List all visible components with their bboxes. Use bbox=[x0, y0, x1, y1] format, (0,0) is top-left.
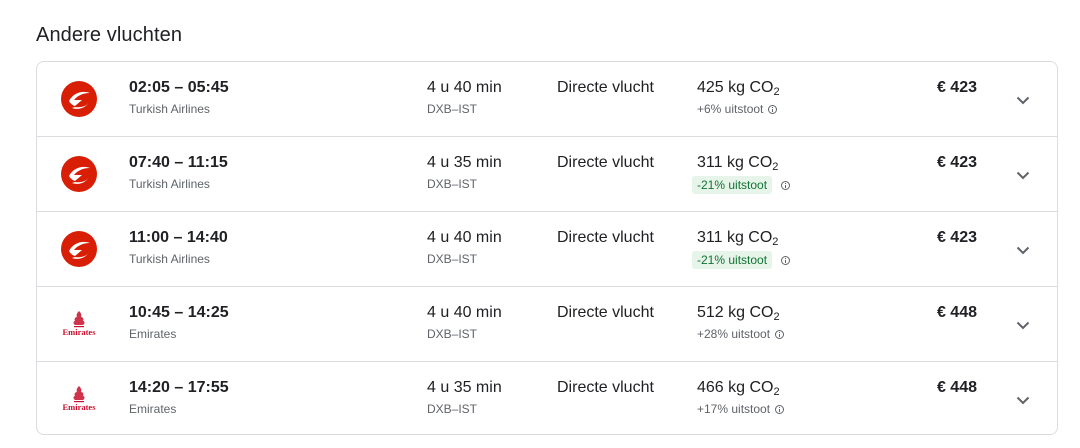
co2-value: 512 kg CO bbox=[697, 304, 774, 321]
info-icon[interactable] bbox=[775, 404, 785, 414]
emissions-comparison: -21% uitstoot bbox=[692, 251, 791, 269]
flight-times: 11:00 – 14:40 bbox=[129, 229, 228, 246]
co2-emissions: 311 kg CO2 bbox=[697, 154, 778, 173]
airline-name: Turkish Airlines bbox=[129, 252, 210, 266]
flight-row[interactable]: 07:40 – 11:15 Turkish Airlines 4 u 35 mi… bbox=[37, 137, 1057, 212]
flight-row[interactable]: 02:05 – 05:45 Turkish Airlines 4 u 40 mi… bbox=[37, 62, 1057, 137]
info-icon[interactable] bbox=[768, 104, 778, 114]
flight-stops: Directe vlucht bbox=[557, 79, 654, 96]
flight-row[interactable]: Emirates 10:45 – 14:25 Emirates 4 u 40 m… bbox=[37, 287, 1057, 362]
flight-route: DXB–IST bbox=[427, 327, 478, 341]
co2-subscript: 2 bbox=[773, 86, 780, 98]
emissions-label: +17% uitstoot bbox=[697, 402, 771, 416]
flight-duration: 4 u 35 min bbox=[427, 379, 502, 396]
flight-price: € 448 bbox=[936, 304, 977, 321]
flight-duration: 4 u 40 min bbox=[427, 304, 502, 321]
co2-emissions: 311 kg CO2 bbox=[697, 229, 778, 248]
emissions-badge: -21% uitstoot bbox=[692, 251, 773, 269]
emissions-comparison: +28% uitstoot bbox=[697, 327, 785, 341]
emissions-label: +6% uitstoot bbox=[697, 102, 764, 116]
flight-price: € 423 bbox=[936, 229, 977, 246]
co2-subscript: 2 bbox=[772, 236, 779, 248]
flight-times: 02:05 – 05:45 bbox=[129, 79, 229, 96]
flight-row[interactable]: 11:00 – 14:40 Turkish Airlines 4 u 40 mi… bbox=[37, 212, 1057, 287]
flight-stops: Directe vlucht bbox=[557, 379, 654, 396]
flight-route: DXB–IST bbox=[427, 102, 478, 116]
flight-list: 02:05 – 05:45 Turkish Airlines 4 u 40 mi… bbox=[36, 61, 1058, 435]
co2-value: 466 kg CO bbox=[697, 379, 774, 396]
airline-name: Emirates bbox=[129, 327, 177, 341]
flight-stops: Directe vlucht bbox=[557, 304, 654, 321]
co2-subscript: 2 bbox=[773, 386, 780, 398]
emissions-comparison: -21% uitstoot bbox=[692, 176, 791, 194]
emirates-logo: Emirates bbox=[60, 305, 98, 343]
flight-route: DXB–IST bbox=[427, 177, 478, 191]
info-icon[interactable] bbox=[775, 329, 785, 339]
emirates-logo: Emirates bbox=[60, 380, 98, 418]
flight-price: € 448 bbox=[936, 379, 977, 396]
flight-row[interactable]: Emirates 14:20 – 17:55 Emirates 4 u 35 m… bbox=[37, 362, 1057, 434]
flight-stops: Directe vlucht bbox=[557, 229, 654, 246]
co2-value: 311 kg CO bbox=[697, 229, 773, 246]
turkish-airlines-logo bbox=[60, 155, 98, 193]
flight-route: DXB–IST bbox=[427, 402, 478, 416]
chevron-down-icon[interactable] bbox=[1011, 238, 1035, 262]
co2-value: 311 kg CO bbox=[697, 154, 773, 171]
flight-route: DXB–IST bbox=[427, 252, 478, 266]
airline-name: Turkish Airlines bbox=[129, 177, 210, 191]
flight-times: 07:40 – 11:15 bbox=[129, 154, 228, 171]
flight-price: € 423 bbox=[936, 154, 977, 171]
section-title: Andere vluchten bbox=[36, 24, 183, 46]
emissions-label: +28% uitstoot bbox=[697, 327, 771, 341]
info-icon[interactable] bbox=[781, 180, 791, 190]
flight-times: 10:45 – 14:25 bbox=[129, 304, 229, 321]
turkish-airlines-logo bbox=[60, 230, 98, 268]
flight-duration: 4 u 40 min bbox=[427, 229, 502, 246]
flight-price: € 423 bbox=[936, 79, 977, 96]
co2-emissions: 425 kg CO2 bbox=[697, 79, 780, 98]
emissions-comparison: +17% uitstoot bbox=[697, 402, 785, 416]
airline-name: Turkish Airlines bbox=[129, 102, 210, 116]
co2-value: 425 kg CO bbox=[697, 79, 774, 96]
flight-times: 14:20 – 17:55 bbox=[129, 379, 229, 396]
flight-duration: 4 u 35 min bbox=[427, 154, 502, 171]
svg-text:Emirates: Emirates bbox=[62, 327, 96, 337]
co2-subscript: 2 bbox=[773, 311, 780, 323]
chevron-down-icon[interactable] bbox=[1011, 88, 1035, 112]
chevron-down-icon[interactable] bbox=[1011, 163, 1035, 187]
chevron-down-icon[interactable] bbox=[1011, 313, 1035, 337]
co2-emissions: 512 kg CO2 bbox=[697, 304, 780, 323]
airline-name: Emirates bbox=[129, 402, 177, 416]
turkish-airlines-logo bbox=[60, 80, 98, 118]
svg-text:Emirates: Emirates bbox=[62, 402, 96, 412]
flight-duration: 4 u 40 min bbox=[427, 79, 502, 96]
flight-stops: Directe vlucht bbox=[557, 154, 654, 171]
info-icon[interactable] bbox=[781, 255, 791, 265]
co2-subscript: 2 bbox=[772, 161, 779, 173]
co2-emissions: 466 kg CO2 bbox=[697, 379, 780, 398]
chevron-down-icon[interactable] bbox=[1011, 388, 1035, 412]
emissions-comparison: +6% uitstoot bbox=[697, 102, 778, 116]
emissions-badge: -21% uitstoot bbox=[692, 176, 773, 194]
